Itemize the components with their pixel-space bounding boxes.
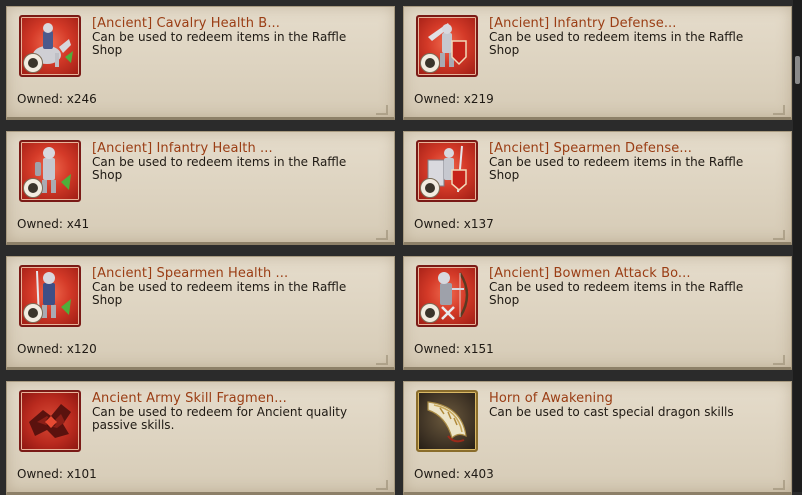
item-description: Can be used to redeem items in the Raffl… (489, 30, 744, 57)
type-badge (23, 303, 43, 323)
cavalry-icon (19, 15, 81, 77)
item-card-skill-fragment[interactable]: Ancient Army Skill Fragmen... Can be use… (6, 381, 395, 495)
scrollbar-thumb[interactable] (795, 56, 800, 84)
owned-count: Owned: x101 (17, 467, 97, 481)
owned-count: Owned: x403 (414, 467, 494, 481)
skill-fragment-icon (19, 390, 81, 452)
item-card-horn-of-awakening[interactable]: Horn of Awakening Can be used to cast sp… (403, 381, 792, 495)
infantry-defense-icon (416, 15, 478, 77)
item-title: Horn of Awakening (489, 391, 613, 406)
item-title: Ancient Army Skill Fragmen... (92, 391, 287, 406)
item-description: Can be used to cast special dragon skill… (489, 405, 734, 419)
owned-count: Owned: x120 (17, 342, 97, 356)
type-badge (420, 53, 440, 73)
type-badge (420, 303, 440, 323)
owned-count: Owned: x246 (17, 92, 97, 106)
type-badge (23, 53, 43, 73)
item-title: [Ancient] Spearmen Defense... (489, 141, 693, 156)
item-card-spearmen-defense[interactable]: [Ancient] Spearmen Defense... Can be use… (403, 131, 792, 245)
item-card-cavalry-health[interactable]: [Ancient] Cavalry Health B... Can be use… (6, 6, 395, 120)
owned-count: Owned: x137 (414, 217, 494, 231)
item-description: Can be used to redeem items in the Raffl… (489, 155, 744, 182)
item-card-infantry-defense[interactable]: [Ancient] Infantry Defense... Can be use… (403, 6, 792, 120)
owned-count: Owned: x151 (414, 342, 494, 356)
item-card-bowmen-attack[interactable]: [Ancient] Bowmen Attack Bo... Can be use… (403, 256, 792, 370)
type-badge (420, 178, 440, 198)
item-description: Can be used to redeem for Ancient qualit… (92, 405, 348, 432)
owned-count: Owned: x41 (17, 217, 90, 231)
item-title: [Ancient] Infantry Health ... (92, 141, 273, 156)
type-badge (23, 178, 43, 198)
infantry-health-icon (19, 140, 81, 202)
horn-icon (416, 390, 478, 452)
item-title: [Ancient] Infantry Defense... (489, 16, 677, 31)
inventory-grid: [Ancient] Cavalry Health B... Can be use… (6, 6, 792, 495)
item-card-infantry-health[interactable]: [Ancient] Infantry Health ... Can be use… (6, 131, 395, 245)
item-card-spearmen-health[interactable]: [Ancient] Spearmen Health ... Can be use… (6, 256, 395, 370)
item-title: [Ancient] Spearmen Health ... (92, 266, 289, 281)
spearmen-health-icon (19, 265, 81, 327)
item-description: Can be used to redeem items in the Raffl… (92, 155, 347, 182)
item-title: [Ancient] Cavalry Health B... (92, 16, 281, 31)
item-description: Can be used to redeem items in the Raffl… (92, 280, 347, 307)
scrollbar[interactable] (793, 0, 802, 492)
owned-count: Owned: x219 (414, 92, 494, 106)
spearmen-defense-icon (416, 140, 478, 202)
item-title: [Ancient] Bowmen Attack Bo... (489, 266, 691, 281)
bowmen-attack-icon (416, 265, 478, 327)
item-description: Can be used to redeem items in the Raffl… (92, 30, 347, 57)
item-description: Can be used to redeem items in the Raffl… (489, 280, 744, 307)
